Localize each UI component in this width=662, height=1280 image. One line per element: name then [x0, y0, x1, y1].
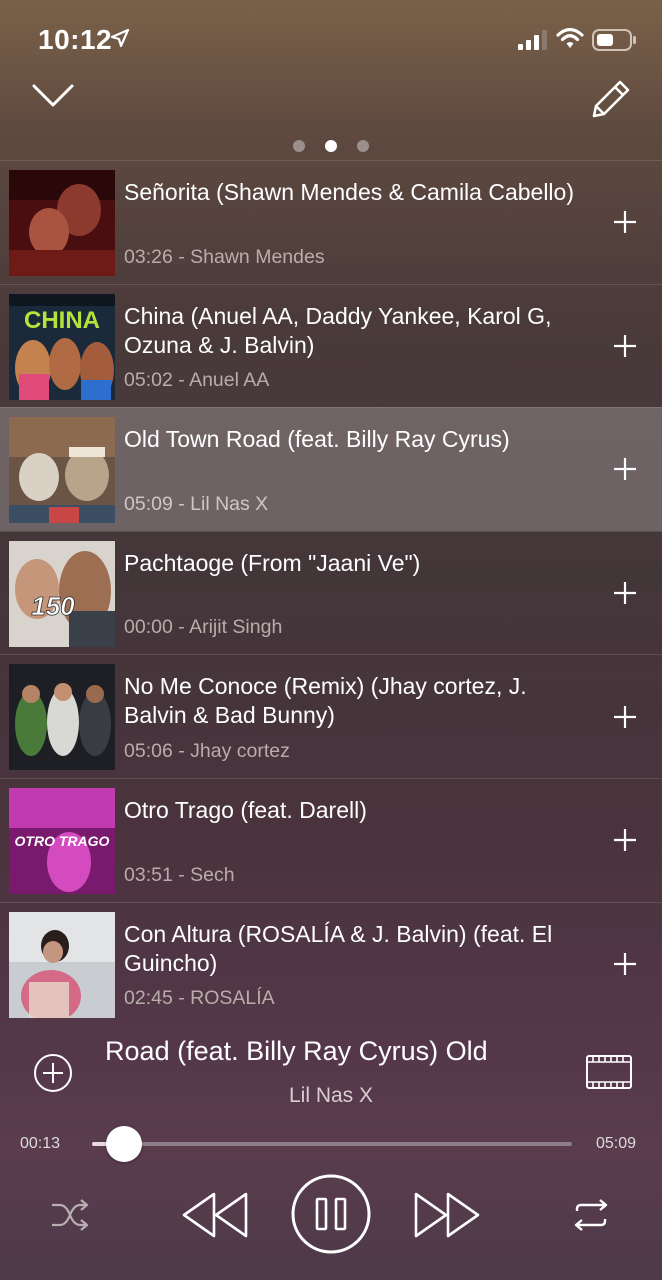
seek-bar[interactable]	[92, 1126, 572, 1162]
page-dot[interactable]	[357, 140, 369, 152]
song-meta: 00:00 - Arijit Singh	[124, 616, 283, 639]
plus-icon[interactable]	[612, 704, 638, 735]
wifi-icon	[556, 26, 584, 55]
plus-icon[interactable]	[612, 827, 638, 858]
playlist: Señorita (Shawn Mendes & Camila Cabello)…	[0, 160, 662, 1025]
album-art	[9, 417, 115, 524]
plus-icon[interactable]	[612, 580, 638, 611]
song-row[interactable]: 150 Pachtaoge (From "Jaani Ve") 00:00 - …	[0, 530, 662, 655]
elapsed-time: 00:13	[20, 1135, 61, 1152]
song-meta: 05:02 - Anuel AA	[124, 369, 270, 392]
pencil-icon[interactable]	[584, 74, 634, 129]
plus-icon[interactable]	[612, 456, 638, 487]
seek-knob[interactable]	[105, 1126, 142, 1162]
chevron-down-icon[interactable]	[30, 78, 76, 117]
fast-forward-icon[interactable]	[412, 1190, 482, 1245]
song-row[interactable]: OTRO TRAGO Otro Trago (feat. Darell) 03:…	[0, 777, 662, 902]
song-title: Old Town Road (feat. Billy Ray Cyrus)	[124, 426, 510, 453]
song-row[interactable]: CHINA China (Anuel AA, Daddy Yankee, Kar…	[0, 283, 662, 408]
album-art: OTRO TRAGO	[9, 787, 115, 894]
svg-text:CHINA: CHINA	[24, 307, 100, 334]
signal-icon	[518, 30, 550, 55]
song-row-active[interactable]: Old Town Road (feat. Billy Ray Cyrus) 05…	[0, 407, 662, 531]
song-row[interactable]: No Me Conoce (Remix) (Jhay cortez, J. Ba…	[0, 654, 662, 778]
song-title: Otro Trago (feat. Darell)	[124, 796, 367, 823]
plus-icon[interactable]	[612, 209, 638, 240]
svg-text:150: 150	[31, 591, 75, 621]
song-meta: 03:26 - Shawn Mendes	[124, 245, 325, 268]
svg-text:OTRO TRAGO: OTRO TRAGO	[15, 833, 110, 849]
album-art: 150	[9, 540, 115, 647]
song-title: China (Anuel AA, Daddy Yankee, Karol G, …	[124, 302, 552, 358]
song-title: Señorita (Shawn Mendes & Camila Cabello)	[124, 179, 574, 205]
song-title: Con Altura (ROSALÍA & J. Balvin) (feat. …	[124, 920, 553, 976]
status-bar: 10:12	[0, 0, 662, 80]
pause-icon[interactable]	[290, 1173, 372, 1260]
plus-icon[interactable]	[612, 333, 638, 364]
song-meta: 03:51 - Sech	[124, 863, 235, 886]
page-dot-active[interactable]	[325, 140, 337, 152]
page-indicator	[0, 140, 662, 154]
repeat-icon[interactable]	[569, 1197, 613, 1238]
song-meta: 02:45 - ROSALÍA	[124, 987, 275, 1010]
page-dot[interactable]	[293, 140, 305, 152]
now-playing-title-text: own Road (feat. Billy Ray Cyrus) Old	[98, 1036, 488, 1066]
location-arrow-icon	[110, 28, 130, 53]
song-row[interactable]: Señorita (Shawn Mendes & Camila Cabello)…	[0, 160, 662, 284]
song-meta: 05:09 - Lil Nas X	[124, 492, 269, 515]
song-meta: 05:06 - Jhay cortez	[124, 739, 290, 762]
plus-icon[interactable]	[612, 951, 638, 982]
shuffle-icon[interactable]	[50, 1197, 90, 1238]
album-art	[9, 664, 115, 771]
battery-icon	[592, 28, 638, 57]
now-playing-artist: Lil Nas X	[288, 1084, 374, 1107]
status-time: 10:12	[38, 24, 113, 55]
rewind-icon[interactable]	[180, 1190, 250, 1245]
album-art: CHINA	[9, 293, 115, 400]
total-time: 05:09	[596, 1135, 637, 1152]
song-title: No Me Conoce (Remix) (Jhay cortez, J. Ba…	[124, 673, 527, 729]
album-art	[9, 911, 115, 1018]
song-row[interactable]: Con Altura (ROSALÍA & J. Balvin) (feat. …	[0, 901, 662, 1026]
album-art	[9, 170, 115, 276]
song-title: Pachtaoge (From "Jaani Ve")	[124, 549, 421, 576]
now-playing-title: own Road (feat. Billy Ray Cyrus) Old	[98, 1032, 568, 1072]
